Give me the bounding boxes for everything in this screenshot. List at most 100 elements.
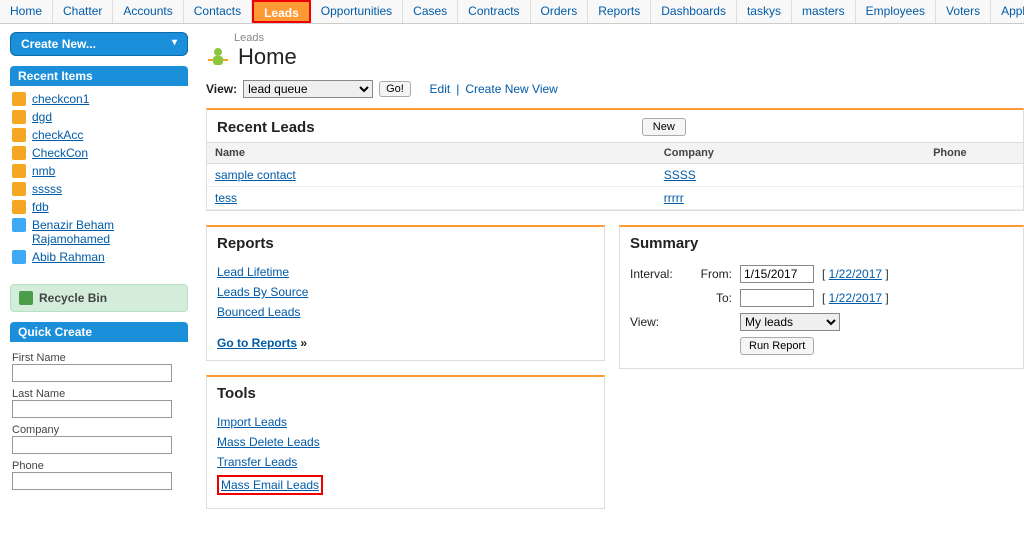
qc-input-last-name[interactable] [12,400,172,418]
new-lead-button[interactable]: New [642,118,686,136]
reports-card: Reports Lead Lifetime Leads By Source Boun… [206,225,605,361]
qc-label-phone: Phone [12,460,186,472]
record-icon [12,200,26,214]
qc-label-last-name: Last Name [12,388,186,400]
recent-item: fdb [12,198,186,216]
to-date-input[interactable] [740,289,814,307]
qc-input-phone[interactable] [12,472,172,490]
recent-item-link[interactable]: Benazir Beham Rajamohamed [32,218,186,246]
recent-item: dgd [12,108,186,126]
view-label: View: [206,82,237,96]
lead-company-link[interactable]: rrrrr [664,191,684,205]
nav-orders[interactable]: Orders [531,0,589,23]
create-new-view-link[interactable]: Create New View [465,82,557,96]
record-icon [12,110,26,124]
quick-create-form: First NameLast NameCompanyPhone [10,342,188,494]
recent-leads-card: Recent Leads New Name Company Phone samp… [206,108,1024,211]
col-company[interactable]: Company [656,143,925,164]
edit-view-link[interactable]: Edit [430,82,451,96]
recent-item-link[interactable]: nmb [32,164,55,178]
nav-contracts[interactable]: Contracts [458,0,530,23]
from-date-today-link[interactable]: 1/22/2017 [829,267,882,281]
interval-label: Interval: [630,267,684,281]
tool-link-import-leads[interactable]: Import Leads [217,415,287,429]
go-to-reports-link[interactable]: Go to Reports [217,336,297,350]
summary-title: Summary [630,235,698,252]
from-label: From: [692,267,732,281]
from-date-input[interactable] [740,265,814,283]
nav-masters[interactable]: masters [792,0,856,23]
summary-view-label: View: [630,315,684,329]
lead-phone [925,164,1023,187]
to-date-today-link[interactable]: 1/22/2017 [829,291,882,305]
recent-item: checkcon1 [12,90,186,108]
nav-applicant[interactable]: Applicant [991,0,1024,23]
table-row: sample contact SSSS [207,164,1023,187]
to-label: To: [692,291,732,305]
recent-item-link[interactable]: fdb [32,200,49,214]
person-icon [12,250,26,264]
summary-view-select[interactable]: My leads [740,313,840,331]
nav-accounts[interactable]: Accounts [113,0,183,23]
nav-voters[interactable]: Voters [936,0,991,23]
record-icon [12,182,26,196]
recent-item-link[interactable]: checkcon1 [32,92,89,106]
recent-item-link[interactable]: Abib Rahman [32,250,105,264]
quick-create-header: Quick Create [10,322,188,342]
nav-taskys[interactable]: taskys [737,0,792,23]
nav-reports[interactable]: Reports [588,0,651,23]
recycle-bin-link[interactable]: Recycle Bin [10,284,188,312]
table-row: tess rrrrr [207,187,1023,210]
recent-item-link[interactable]: checkAcc [32,128,83,142]
create-new-button[interactable]: Create New... [10,32,188,56]
qc-input-company[interactable] [12,436,172,454]
record-icon [12,164,26,178]
tool-link-mass-delete-leads[interactable]: Mass Delete Leads [217,435,320,449]
recent-item: sssss [12,180,186,198]
qc-input-first-name[interactable] [12,364,172,382]
nav-employees[interactable]: Employees [856,0,936,23]
tool-link-mass-email-leads[interactable]: Mass Email Leads [217,475,323,495]
record-icon [12,128,26,142]
nav-chatter[interactable]: Chatter [53,0,113,23]
report-link[interactable]: Bounced Leads [217,305,300,319]
record-icon [12,146,26,160]
col-phone[interactable]: Phone [925,143,1023,164]
recent-item: checkAcc [12,126,186,144]
qc-label-company: Company [12,424,186,436]
recent-items-list: checkcon1 dgd checkAcc CheckCon nmb sssss fdb B… [10,86,188,270]
go-button[interactable]: Go! [379,81,411,97]
recent-item: Benazir Beham Rajamohamed [12,216,186,248]
view-select[interactable]: lead queue [243,80,373,98]
lead-name-link[interactable]: tess [215,191,237,205]
nav-leads[interactable]: Leads [252,0,311,23]
lead-company-link[interactable]: SSSS [664,168,696,182]
tool-link-transfer-leads[interactable]: Transfer Leads [217,455,297,469]
left-sidebar: Create New... Recent Items checkcon1dgdc… [10,32,188,523]
lead-name-link[interactable]: sample contact [215,168,296,182]
recent-item: nmb [12,162,186,180]
nav-opportunities[interactable]: Opportunities [311,0,403,23]
lead-phone [925,187,1023,210]
report-link[interactable]: Lead Lifetime [217,265,289,279]
run-report-button[interactable]: Run Report [740,337,814,355]
recent-items-header: Recent Items [10,66,188,86]
top-nav: HomeChatterAccountsContactsLeadsOpportun… [0,0,1024,24]
recent-item-link[interactable]: dgd [32,110,52,124]
col-name[interactable]: Name [207,143,656,164]
nav-dashboards[interactable]: Dashboards [651,0,737,23]
recent-item: Abib Rahman [12,248,186,266]
reports-title: Reports [217,235,274,252]
record-icon [12,92,26,106]
nav-cases[interactable]: Cases [403,0,458,23]
leads-home-icon [206,45,230,69]
recent-item-link[interactable]: sssss [32,182,62,196]
nav-home[interactable]: Home [0,0,53,23]
nav-contacts[interactable]: Contacts [184,0,252,23]
view-selector-row: View: lead queue Go! Edit | Create New V… [206,80,1024,98]
recent-leads-table: Name Company Phone sample contact SSSS tes… [207,142,1023,210]
recent-item-link[interactable]: CheckCon [32,146,88,160]
report-link[interactable]: Leads By Source [217,285,308,299]
recent-item: CheckCon [12,144,186,162]
tools-card: Tools Import LeadsMass Delete LeadsTrans… [206,375,605,509]
